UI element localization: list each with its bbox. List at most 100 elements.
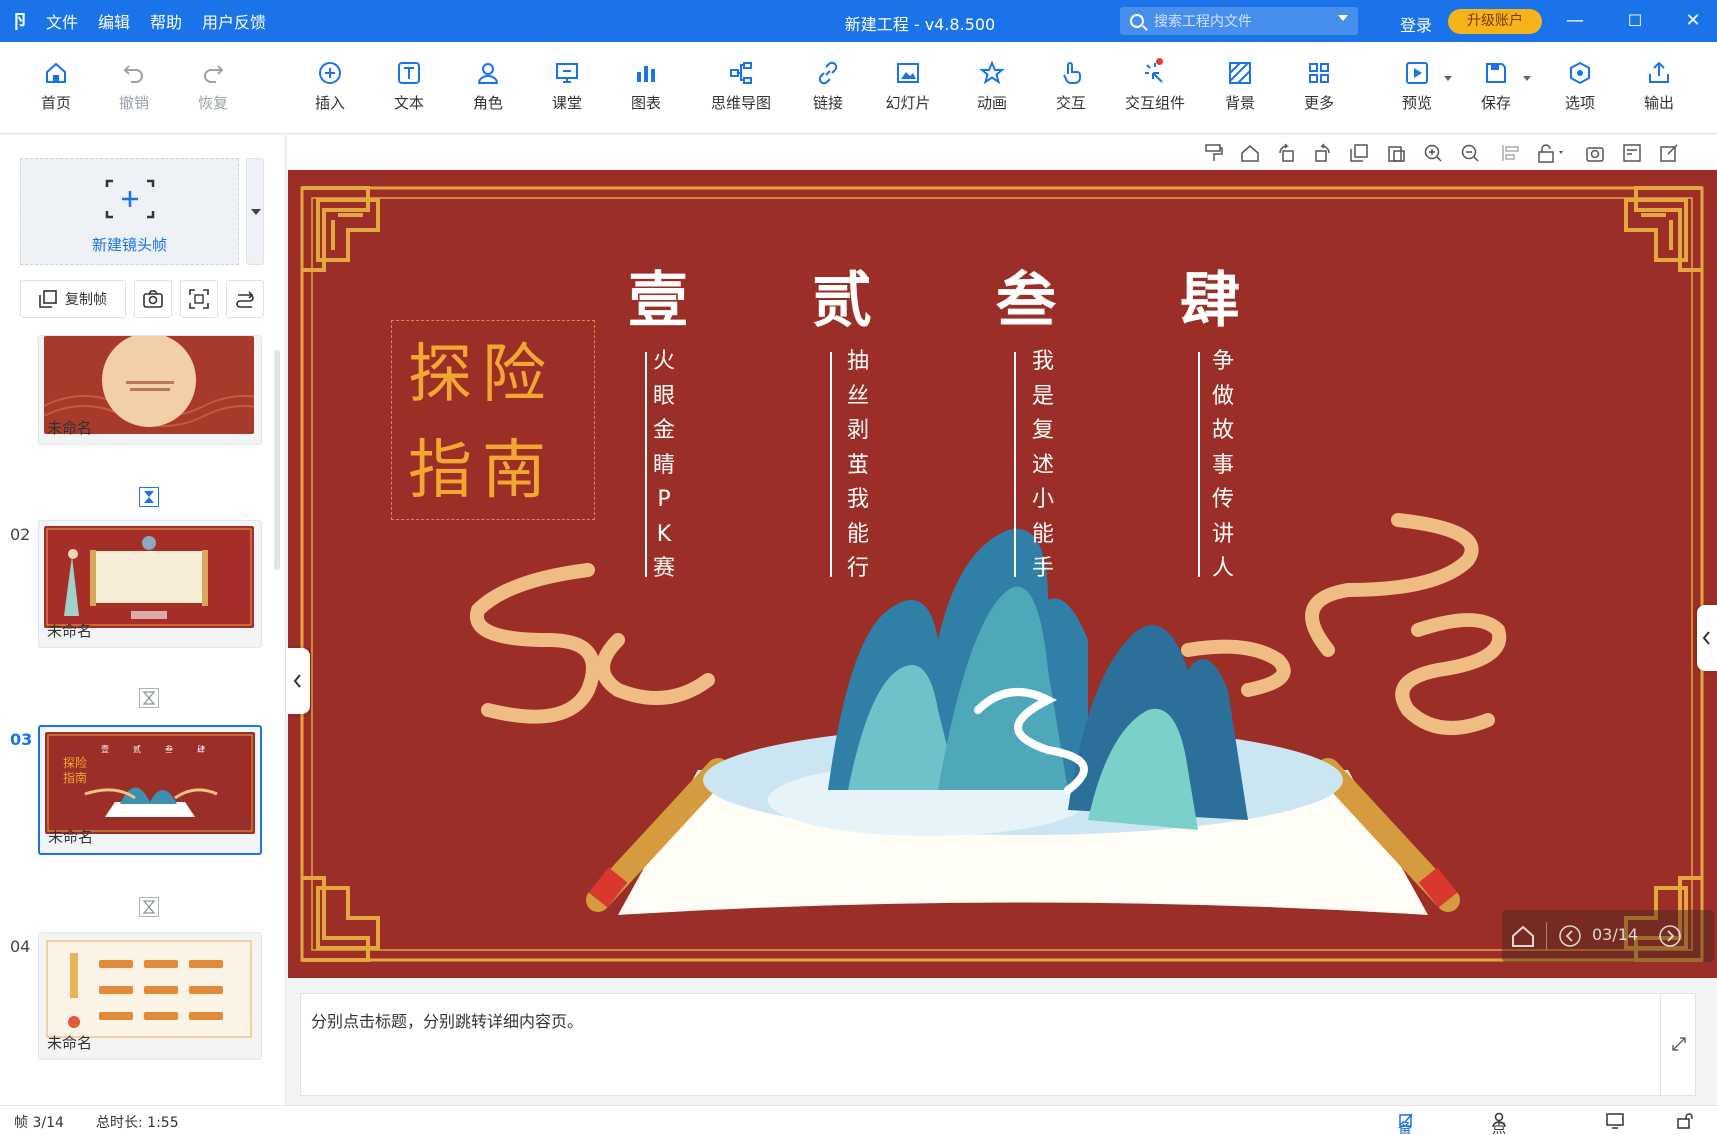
export-button[interactable]: 输出 (1624, 60, 1694, 113)
notes-toggle-button[interactable]: 备注 (1398, 1112, 1414, 1135)
search-input[interactable]: 搜索工程内文件 (1120, 7, 1358, 35)
save-button[interactable]: 保存 (1461, 60, 1531, 113)
rotate-left-icon[interactable] (1277, 143, 1297, 163)
column-title-1[interactable]: 壹 (628, 252, 688, 339)
text-button[interactable]: 文本 (374, 60, 444, 113)
screen-icon[interactable] (1606, 1113, 1624, 1129)
slide-canvas[interactable]: 探险 指南 壹 火 眼 金 睛 P K 赛 贰 抽 丝 剥 茧 我 能 行 叁 … (288, 170, 1717, 978)
frame-thumbnail-3[interactable]: 探险 指南 壹 贰 叁 肆 未命名 (38, 725, 262, 855)
interaction-button[interactable]: 交互 (1036, 60, 1106, 113)
next-icon[interactable] (1658, 924, 1682, 948)
zoom-in-icon[interactable] (1423, 143, 1443, 163)
fit-frame-button[interactable] (180, 280, 218, 318)
frame-thumbnail-4[interactable]: 未命名 (38, 932, 262, 1060)
menu-bar: 文件 编辑 帮助 用户反馈 (46, 9, 266, 33)
frame-list-scrollbar[interactable] (274, 350, 280, 570)
frame-thumbnail-2[interactable]: 未命名 (38, 520, 262, 648)
divider (1546, 922, 1547, 950)
copy-frame-button[interactable]: 复制帧 (20, 280, 126, 318)
search-icon (1130, 14, 1144, 28)
character-button[interactable]: 角色 (453, 60, 523, 113)
background-icon (1229, 62, 1251, 84)
menu-help[interactable]: 帮助 (150, 9, 182, 33)
preview-button[interactable]: 预览 (1382, 60, 1452, 113)
slideshow-icon (897, 63, 919, 83)
animation-button[interactable]: 动画 (957, 60, 1027, 113)
menu-file[interactable]: 文件 (46, 9, 78, 33)
mindmap-button[interactable]: 思维导图 (701, 60, 781, 113)
rollcall-button[interactable]: 点名 (1492, 1112, 1508, 1135)
new-frame-button[interactable]: 新建镜头帧 (20, 158, 239, 265)
rotate-right-icon[interactable] (1312, 143, 1332, 163)
new-frame-dropdown[interactable] (246, 158, 264, 265)
chart-button[interactable]: 图表 (611, 60, 681, 113)
slideshow-button[interactable]: 幻灯片 (873, 60, 943, 113)
frame-number: 02 (10, 525, 31, 544)
notes-editor[interactable]: 分别点击标题，分别跳转详细内容页。 (300, 993, 1666, 1096)
classroom-button[interactable]: 课堂 (532, 60, 602, 113)
screenshot-icon[interactable] (1585, 143, 1605, 163)
close-button[interactable]: ✕ (1678, 8, 1708, 34)
column-divider (830, 352, 832, 577)
column-title-4[interactable]: 肆 (1180, 252, 1240, 339)
home-icon[interactable] (1510, 924, 1536, 948)
redo-button[interactable]: 恢复 (178, 60, 248, 113)
zoom-out-icon[interactable] (1460, 143, 1480, 163)
more-button[interactable]: 更多 (1284, 60, 1354, 113)
interactive-icon (1145, 63, 1163, 83)
interactive-component-button[interactable]: 交互组件 (1112, 58, 1198, 113)
column-divider (1014, 352, 1016, 577)
column-divider (1198, 352, 1200, 577)
frame-thumbnail-1[interactable]: 未命名 (38, 335, 262, 445)
lock-icon[interactable] (1537, 143, 1569, 163)
maximize-button[interactable]: ☐ (1620, 8, 1650, 34)
upgrade-account-button[interactable]: 升级账户 (1448, 9, 1542, 34)
copy-icon[interactable] (1349, 143, 1369, 163)
save-dropdown-icon[interactable] (1523, 76, 1531, 81)
chevron-left-icon (293, 674, 301, 688)
menu-edit[interactable]: 编辑 (98, 9, 130, 33)
undo-button[interactable]: 撤销 (99, 60, 169, 113)
frame-thumbnail-image: 探险 指南 壹 贰 叁 肆 (45, 732, 255, 834)
preview-dropdown-icon[interactable] (1444, 76, 1452, 81)
brand-title-box[interactable]: 探险 指南 (391, 320, 595, 520)
plus-circle-icon (319, 62, 341, 84)
align-icon[interactable] (1501, 143, 1521, 163)
minimize-button[interactable]: — (1560, 8, 1590, 34)
home-view-icon[interactable] (1240, 143, 1260, 163)
frame-transition-icon[interactable] (139, 897, 159, 917)
settings-panel-icon[interactable] (1622, 143, 1642, 163)
home-button[interactable]: 首页 (21, 60, 91, 113)
column-title-3[interactable]: 叁 (996, 252, 1056, 339)
column-text-2: 抽 丝 剥 茧 我 能 行 (846, 349, 869, 581)
hand-icon (1063, 62, 1081, 84)
page-indicator: 03/14 (1592, 925, 1639, 944)
paste-icon[interactable] (1386, 143, 1406, 163)
svg-text:探险: 探险 (63, 755, 87, 770)
background-button[interactable]: 背景 (1205, 60, 1275, 113)
column-title-2[interactable]: 贰 (812, 252, 872, 339)
snapshot-button[interactable] (134, 280, 172, 318)
format-painter-icon[interactable] (1204, 143, 1224, 163)
menu-feedback[interactable]: 用户反馈 (202, 9, 266, 33)
collapse-left-panel-button[interactable] (286, 648, 310, 714)
insert-button[interactable]: 插入 (295, 60, 365, 113)
classroom-icon (556, 63, 578, 83)
chevron-down-icon[interactable] (1338, 15, 1348, 21)
link-button[interactable]: 链接 (793, 60, 863, 113)
options-button[interactable]: 选项 (1545, 60, 1615, 113)
collapse-right-panel-button[interactable] (1697, 605, 1717, 671)
previous-icon[interactable] (1558, 924, 1582, 948)
text-icon (398, 62, 420, 84)
svg-text:叁: 叁 (165, 744, 173, 754)
login-button[interactable]: 登录 (1400, 12, 1432, 36)
frame-order-button[interactable] (226, 280, 264, 318)
grid-icon (1309, 63, 1329, 83)
frame-transition-icon[interactable] (139, 688, 159, 708)
edit-icon[interactable] (1659, 143, 1679, 163)
reorder-icon (236, 291, 254, 308)
camera-icon (143, 290, 163, 308)
unlock-icon[interactable] (1677, 1113, 1695, 1129)
frame-transition-icon[interactable] (139, 487, 159, 507)
expand-notes-button[interactable] (1660, 993, 1696, 1096)
